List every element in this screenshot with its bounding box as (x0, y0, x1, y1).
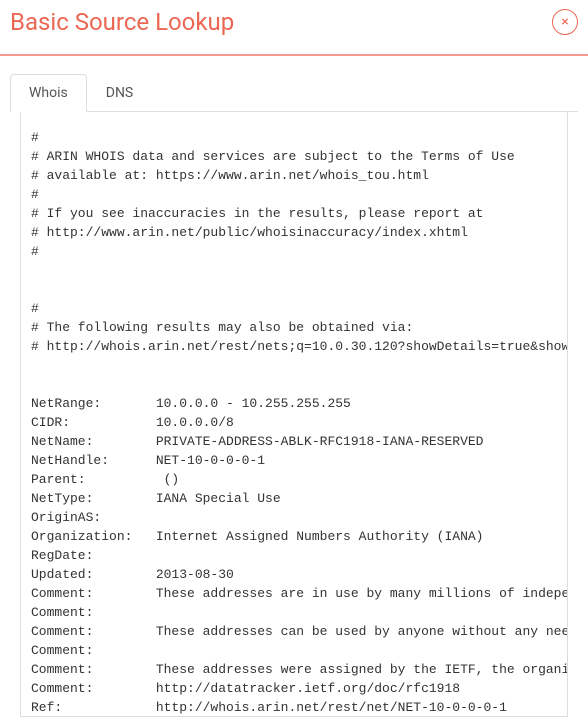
tabs-container: Whois DNS # # ARIN WHOIS data and servic… (0, 56, 588, 717)
tab-bar: Whois DNS (10, 74, 578, 112)
close-button[interactable]: × (552, 9, 578, 35)
close-icon: × (561, 15, 568, 29)
whois-output: # # ARIN WHOIS data and services are sub… (31, 128, 557, 717)
dialog-header: Basic Source Lookup × (0, 0, 588, 56)
tab-dns[interactable]: DNS (87, 74, 153, 112)
tab-content: # # ARIN WHOIS data and services are sub… (20, 112, 568, 717)
tab-whois[interactable]: Whois (10, 74, 87, 112)
dialog-title: Basic Source Lookup (10, 8, 234, 36)
